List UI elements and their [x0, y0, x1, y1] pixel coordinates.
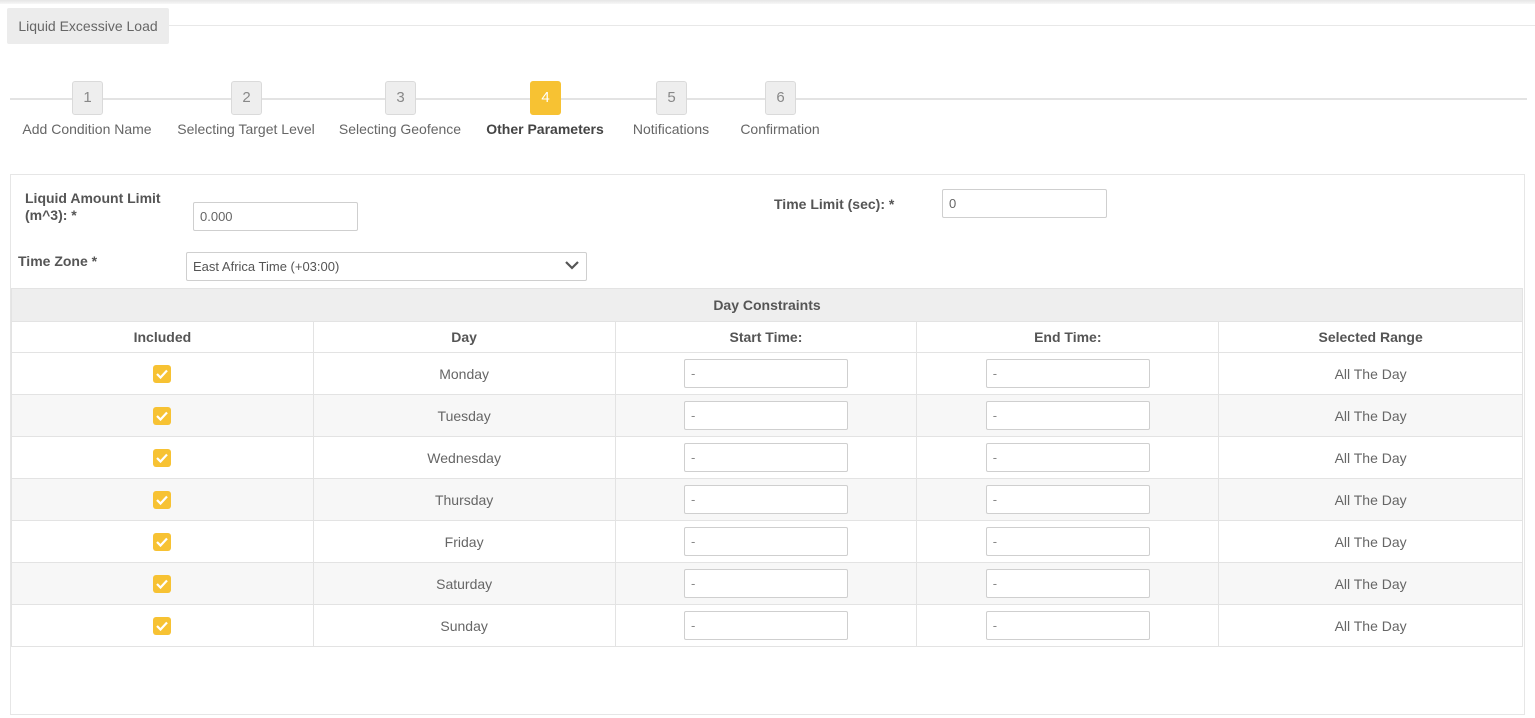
chevron-down-icon — [565, 261, 579, 270]
day-name: Wednesday — [312, 436, 616, 479]
wizard-step-1-label[interactable]: Add Condition Name — [22, 121, 151, 137]
table-row: Wednesday - - All The Day — [11, 436, 1523, 479]
end-time-input[interactable]: - — [985, 443, 1150, 472]
column-header-day: Day — [312, 321, 616, 353]
table-row: Saturday - - All The Day — [11, 562, 1523, 605]
wizard-step-2-number[interactable]: 2 — [231, 81, 262, 115]
end-time-input[interactable]: - — [985, 359, 1150, 388]
day-constraints-caption: Day Constraints — [11, 288, 1523, 322]
selected-range: All The Day — [1218, 562, 1523, 605]
selected-range: All The Day — [1218, 478, 1523, 521]
day-name: Thursday — [312, 478, 616, 521]
start-time-input[interactable]: - — [683, 527, 848, 556]
selected-range: All The Day — [1218, 394, 1523, 437]
selected-range: All The Day — [1218, 520, 1523, 563]
column-header-selected-range: Selected Range — [1218, 321, 1523, 353]
checkmark-icon — [156, 411, 169, 421]
end-time-input[interactable]: - — [985, 401, 1150, 430]
day-name: Tuesday — [312, 394, 616, 437]
wizard-step-5-label[interactable]: Notifications — [633, 121, 709, 137]
time-zone-label: Time Zone * — [18, 253, 98, 269]
time-limit-input[interactable]: 0 — [942, 189, 1107, 218]
end-time-input[interactable]: - — [985, 611, 1150, 640]
liquid-amount-limit-label-line1: Liquid Amount Limit — [25, 190, 161, 206]
day-name: Monday — [312, 352, 616, 395]
start-time-input[interactable]: - — [683, 569, 848, 598]
included-checkbox[interactable] — [153, 406, 172, 425]
included-checkbox[interactable] — [153, 574, 172, 593]
wizard-step-3-label[interactable]: Selecting Geofence — [339, 121, 461, 137]
included-checkbox[interactable] — [153, 616, 172, 635]
top-shadow-bar — [0, 0, 1535, 4]
checkmark-icon — [156, 621, 169, 631]
end-time-input[interactable]: - — [985, 527, 1150, 556]
wizard-step-1-number[interactable]: 1 — [72, 81, 103, 115]
column-header-included: Included — [11, 321, 314, 353]
table-row: Monday - - All The Day — [11, 352, 1523, 395]
wizard-step-6-number[interactable]: 6 — [765, 81, 796, 115]
column-header-end-time: End Time: — [916, 321, 1220, 353]
column-header-start-time: Start Time: — [614, 321, 918, 353]
start-time-input[interactable]: - — [683, 443, 848, 472]
checkmark-icon — [156, 453, 169, 463]
wizard-step-2-label[interactable]: Selecting Target Level — [177, 121, 315, 137]
checkmark-icon — [156, 537, 169, 547]
end-time-input[interactable]: - — [985, 569, 1150, 598]
start-time-input[interactable]: - — [683, 359, 848, 388]
checkmark-icon — [156, 369, 169, 379]
included-checkbox[interactable] — [153, 490, 172, 509]
checkmark-icon — [156, 495, 169, 505]
wizard-step-5-number[interactable]: 5 — [656, 81, 687, 115]
table-row: Thursday - - All The Day — [11, 478, 1523, 521]
start-time-input[interactable]: - — [683, 485, 848, 514]
selected-range: All The Day — [1218, 604, 1523, 647]
start-time-input[interactable]: - — [683, 401, 848, 430]
tab-bar-divider — [7, 25, 1535, 26]
time-limit-label: Time Limit (sec): * — [774, 196, 895, 212]
table-row: Friday - - All The Day — [11, 520, 1523, 563]
day-name: Sunday — [312, 604, 616, 647]
checkmark-icon — [156, 579, 169, 589]
selected-range: All The Day — [1218, 352, 1523, 395]
day-constraints-table: Day Constraints Included Day Start Time:… — [11, 288, 1523, 647]
wizard-step-6-label[interactable]: Confirmation — [740, 121, 819, 137]
included-checkbox[interactable] — [153, 448, 172, 467]
table-row: Tuesday - - All The Day — [11, 394, 1523, 437]
selected-range: All The Day — [1218, 436, 1523, 479]
end-time-input[interactable]: - — [985, 485, 1150, 514]
day-name: Saturday — [312, 562, 616, 605]
tab-liquid-excessive-load[interactable]: Liquid Excessive Load — [7, 8, 169, 44]
included-checkbox[interactable] — [153, 364, 172, 383]
wizard-step-3-number[interactable]: 3 — [385, 81, 416, 115]
time-zone-selected-value: East Africa Time (+03:00) — [193, 259, 340, 274]
wizard-step-4-label[interactable]: Other Parameters — [486, 121, 604, 137]
included-checkbox[interactable] — [153, 532, 172, 551]
time-zone-select[interactable]: East Africa Time (+03:00) — [186, 252, 587, 281]
start-time-input[interactable]: - — [683, 611, 848, 640]
liquid-amount-limit-label: Liquid Amount Limit (m^3): * — [25, 190, 161, 224]
table-row: Sunday - - All The Day — [11, 604, 1523, 647]
liquid-amount-limit-label-line2: (m^3): * — [25, 207, 77, 223]
day-name: Friday — [312, 520, 616, 563]
liquid-amount-limit-input[interactable]: 0.000 — [193, 202, 358, 231]
wizard-step-4-number[interactable]: 4 — [530, 81, 561, 115]
